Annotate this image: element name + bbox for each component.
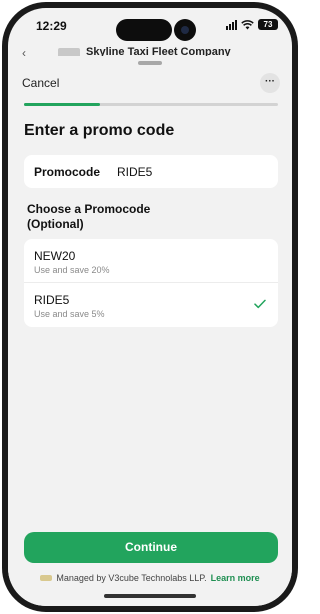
cellular-signal-icon — [226, 19, 237, 30]
promo-list: NEW20 Use and save 20% RIDE5 Use and sav… — [24, 239, 278, 327]
footer-text: Managed by V3cube Technolabs LLP. — [56, 573, 207, 583]
promo-option-code: NEW20 — [34, 249, 76, 263]
sheet-header: Cancel ··· — [8, 70, 292, 96]
footer: Managed by V3cube Technolabs LLP. Learn … — [8, 572, 292, 584]
check-icon — [254, 299, 266, 309]
promo-sheet: Cancel ··· Enter a promo code Promocode … — [8, 56, 292, 606]
section-title: Choose a Promocode (Optional) — [27, 202, 151, 231]
sheet-grabber[interactable] — [138, 61, 162, 65]
promo-option-description: Use and save 20% — [34, 265, 110, 275]
more-horizontal-icon[interactable]: ··· — [260, 73, 280, 93]
camera-icon — [174, 19, 196, 41]
battery-icon: 73 — [258, 19, 278, 30]
home-indicator[interactable] — [104, 594, 196, 598]
promo-option-description: Use and save 5% — [34, 309, 105, 319]
promocode-label: Promocode — [34, 165, 101, 179]
promocode-field[interactable]: Promocode RIDE5 — [24, 155, 278, 188]
continue-button[interactable]: Continue — [24, 532, 278, 563]
page-title: Enter a promo code — [24, 122, 175, 139]
promo-option-ride5[interactable]: RIDE5 Use and save 5% — [24, 283, 278, 327]
dynamic-island — [116, 19, 172, 41]
progress-bar — [24, 103, 278, 106]
v3cube-logo-icon — [40, 575, 53, 581]
status-bar: 12:29 73 — [8, 8, 292, 44]
status-time: 12:29 — [36, 19, 67, 33]
promo-option-code: RIDE5 — [34, 293, 70, 307]
cancel-button[interactable]: Cancel — [22, 76, 59, 90]
promocode-input[interactable]: RIDE5 — [117, 165, 152, 179]
phone-frame: 12:29 73 ‹ Skyline Taxi Fleet Company Ca… — [2, 2, 298, 612]
wifi-icon — [241, 19, 254, 29]
learn-more-link[interactable]: Learn more — [211, 573, 260, 583]
status-icons: 73 — [226, 19, 278, 30]
screen: 12:29 73 ‹ Skyline Taxi Fleet Company Ca… — [8, 8, 292, 606]
progress-fill — [24, 103, 101, 106]
promo-option-new20[interactable]: NEW20 Use and save 20% — [24, 239, 278, 283]
